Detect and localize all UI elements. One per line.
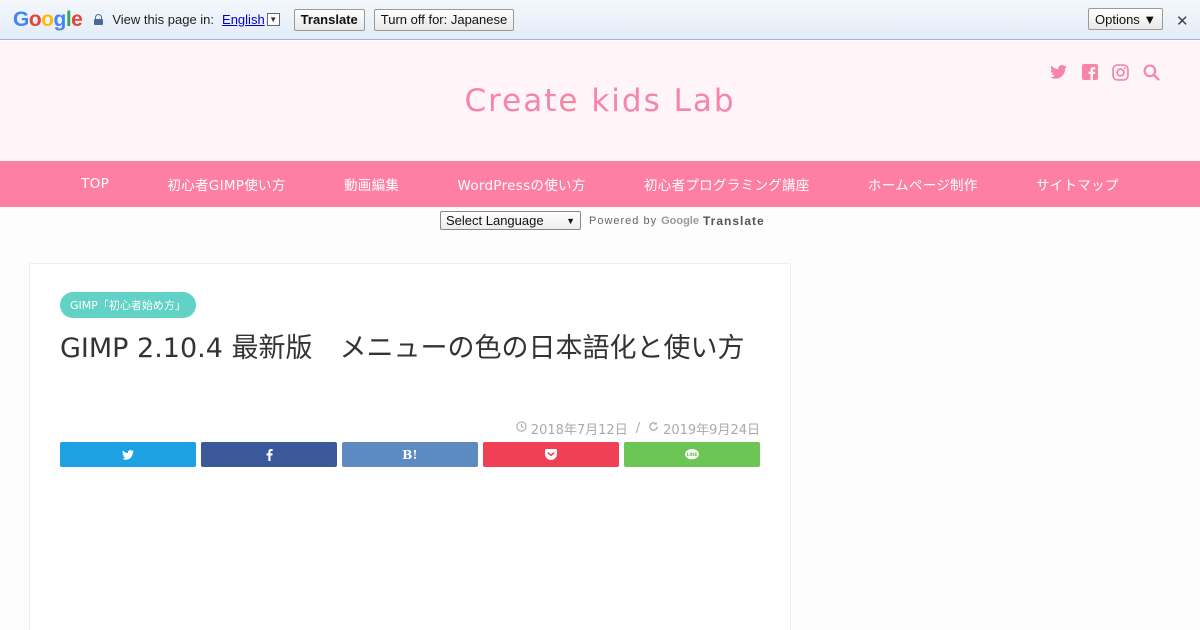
instagram-icon[interactable] <box>1111 63 1130 81</box>
line-icon: LINE <box>685 448 699 460</box>
nav-item-programming[interactable]: 初心者プログラミング講座 <box>644 174 810 194</box>
language-select-value: Select Language <box>446 213 544 228</box>
language-selector-row: Select Language ▼ Powered by Google Tran… <box>440 211 765 230</box>
twitter-icon[interactable] <box>1049 63 1068 81</box>
language-link[interactable]: English <box>222 12 265 27</box>
site-title[interactable]: Create kids Lab <box>0 83 1200 119</box>
facebook-icon <box>266 448 273 461</box>
share-line-button[interactable]: LINE <box>624 442 760 467</box>
hatena-label: B! <box>402 447 418 462</box>
close-icon[interactable]: ✕ <box>1176 12 1189 30</box>
nav-item-homepage[interactable]: ホームページ制作 <box>868 174 978 194</box>
article-dates: 2018年7月12日 / 2019年9月24日 <box>516 419 760 438</box>
refresh-icon <box>648 421 659 436</box>
pocket-icon <box>545 449 557 460</box>
language-select[interactable]: Select Language ▼ <box>440 211 581 230</box>
site-header: Create kids Lab <box>0 41 1200 161</box>
translate-button[interactable]: Translate <box>293 8 365 31</box>
nav-item-top[interactable]: TOP <box>81 176 109 192</box>
share-pocket-button[interactable] <box>483 442 619 467</box>
updated-date: 2019年9月24日 <box>663 423 760 438</box>
language-dropdown-icon[interactable]: ▼ <box>266 13 280 26</box>
published-date: 2018年7月12日 <box>530 423 628 438</box>
chevron-down-icon: ▼ <box>566 215 575 226</box>
nav-item-gimp[interactable]: 初心者GIMP使い方 <box>167 174 285 194</box>
share-hatena-button[interactable]: B! <box>342 442 478 467</box>
turn-off-button[interactable]: Turn off for: Japanese <box>373 8 515 31</box>
social-icons <box>1049 63 1161 81</box>
google-logo: Google <box>13 7 83 31</box>
nav-item-sitemap[interactable]: サイトマップ <box>1036 174 1119 194</box>
translate-link[interactable]: Translate <box>703 214 765 228</box>
powered-by-text: Powered by <box>589 214 658 227</box>
nav-item-wordpress[interactable]: WordPressの使い方 <box>458 174 586 194</box>
main-nav: TOP 初心者GIMP使い方 動画編集 WordPressの使い方 初心者プログ… <box>0 161 1200 207</box>
view-page-text: View this page in: <box>112 12 215 27</box>
facebook-icon[interactable] <box>1080 63 1099 81</box>
article-card: GIMP「初心者始め方」 GIMP 2.10.4 最新版 メニューの色の日本語化… <box>29 263 791 630</box>
article-title: GIMP 2.10.4 最新版 メニューの色の日本語化と使い方 <box>60 333 745 364</box>
clock-icon <box>516 421 527 436</box>
search-icon[interactable] <box>1142 63 1161 81</box>
powered-by-google: Powered by Google Translate <box>589 214 765 228</box>
share-facebook-button[interactable] <box>201 442 337 467</box>
google-translate-bar: Google View this page in: English ▼ Tran… <box>0 0 1200 40</box>
category-badge[interactable]: GIMP「初心者始め方」 <box>60 292 196 318</box>
options-button[interactable]: Options ▼ <box>1088 8 1164 30</box>
share-buttons: B! LINE <box>60 442 760 467</box>
nav-item-video-editing[interactable]: 動画編集 <box>344 174 399 194</box>
lock-icon <box>94 14 104 25</box>
google-small-logo: Google <box>661 214 699 227</box>
share-twitter-button[interactable] <box>60 442 196 467</box>
svg-text:LINE: LINE <box>687 451 698 457</box>
date-separator: / <box>635 421 641 436</box>
twitter-icon <box>122 449 134 460</box>
